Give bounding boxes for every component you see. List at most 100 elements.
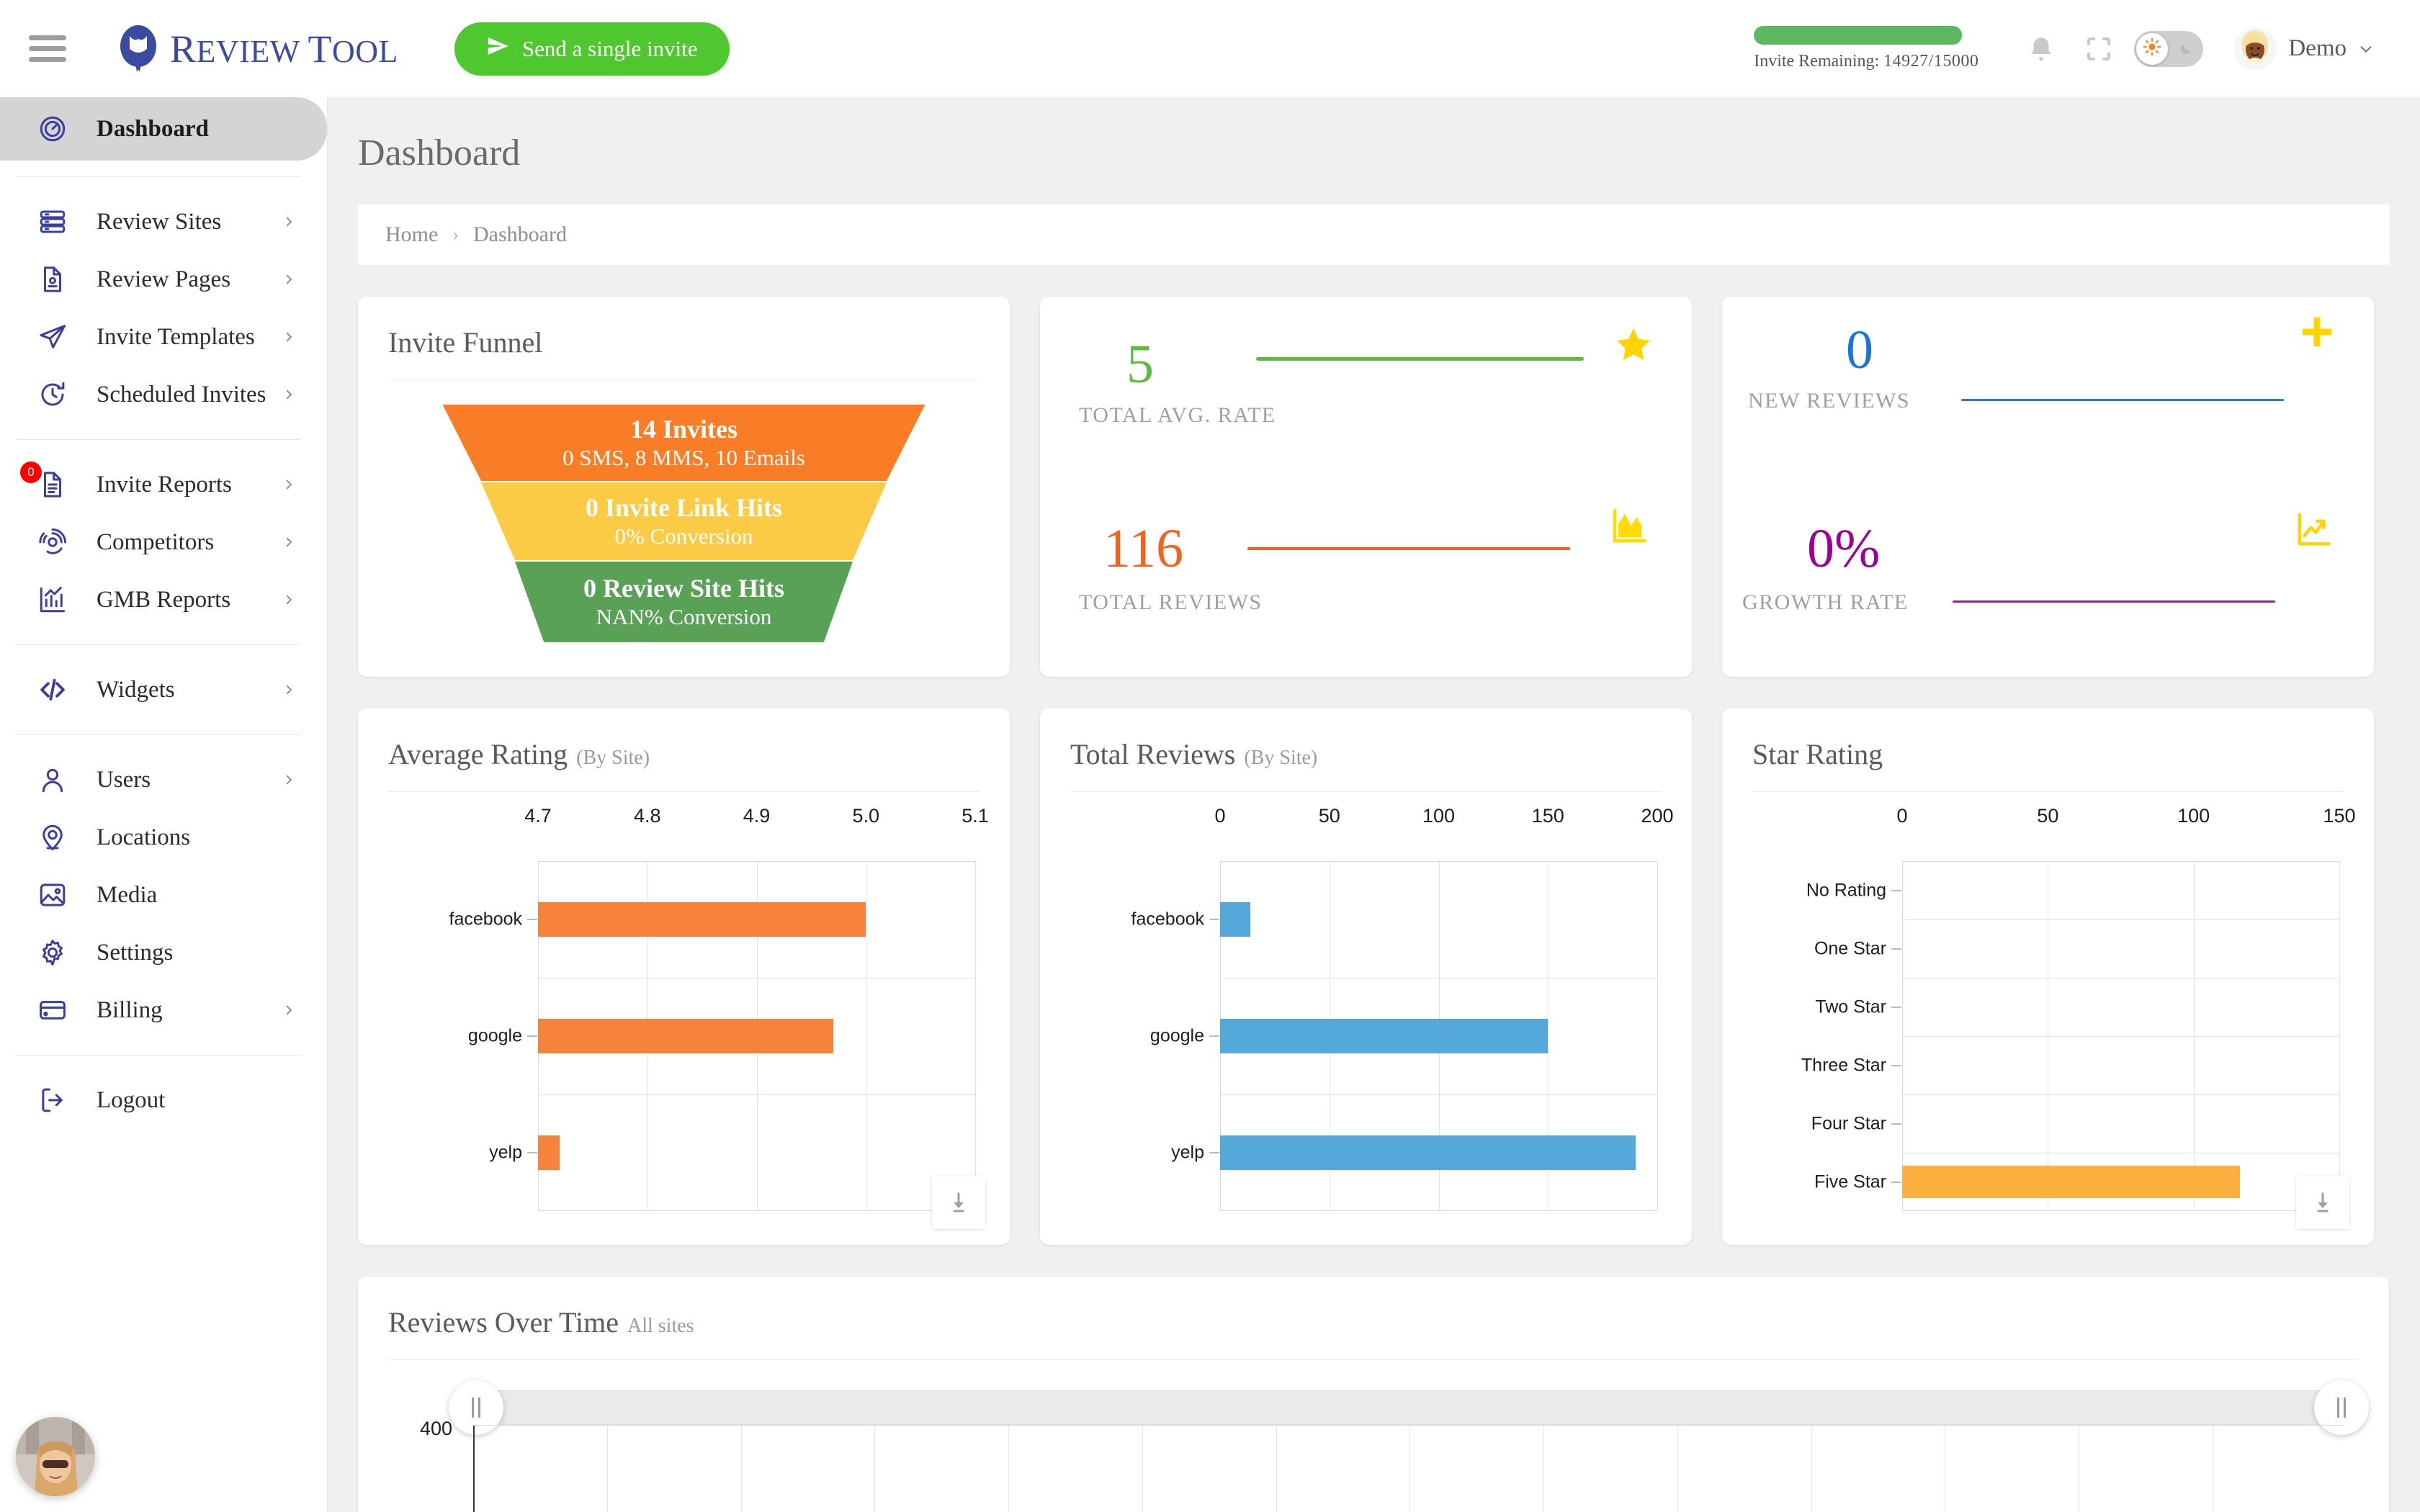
- breadcrumb-separator-icon: ›: [452, 224, 459, 246]
- divider: [388, 1359, 2359, 1360]
- invite-funnel-title: Invite Funnel: [358, 297, 1010, 359]
- gridline-vertical: [874, 1426, 875, 1512]
- sidebar-item-review-sites[interactable]: Review Sites: [0, 193, 327, 251]
- sidebar-item-label: Invite Templates: [97, 324, 255, 351]
- chevron-right-icon: [282, 773, 295, 786]
- total-reviews-chart-card: Total Reviews(By Site) 050100150200faceb…: [1040, 708, 1692, 1245]
- funnel-segment-sub: 0% Conversion: [614, 523, 753, 549]
- gridline-vertical: [1142, 1426, 1143, 1512]
- sidebar-item-billing[interactable]: Billing: [0, 981, 327, 1039]
- sidebar-item-scheduled-invites[interactable]: Scheduled Invites: [0, 366, 327, 423]
- map-pin-icon: [37, 822, 73, 852]
- chevron-down-icon: [2358, 41, 2374, 57]
- hamburger-menu-icon[interactable]: [29, 30, 66, 68]
- sidebar-item-label: GMB Reports: [97, 587, 230, 613]
- invite-meter-fill: [1754, 26, 1962, 45]
- gridline-vertical: [975, 861, 976, 1211]
- sidebar-item-review-pages[interactable]: Review Pages: [0, 251, 327, 308]
- new-reviews-label: NEW REVIEWS: [1748, 389, 1910, 413]
- x-axis-tick: 4.8: [634, 805, 661, 827]
- sidebar-divider: [16, 734, 301, 735]
- y-axis-label: google: [468, 1026, 522, 1047]
- bar-google: [538, 1019, 833, 1054]
- sidebar-item-users[interactable]: Users: [0, 751, 327, 809]
- avatar: [2233, 27, 2277, 71]
- user-menu[interactable]: Demo: [2233, 27, 2374, 71]
- gridline-vertical: [1276, 1426, 1277, 1512]
- y-axis-label: yelp: [489, 1143, 522, 1164]
- funnel-segment-title: 0 Review Site Hits: [583, 574, 784, 603]
- chevron-right-icon: [282, 593, 295, 606]
- range-slider-track[interactable]: [473, 1390, 2344, 1425]
- sidebar-item-settings[interactable]: Settings: [0, 924, 327, 981]
- sidebar-item-label: Competitors: [97, 529, 214, 556]
- total-reviews-label: TOTAL REVIEWS: [1079, 590, 1263, 615]
- star-icon: [1613, 324, 1654, 366]
- summary-row: Invite Funnel 14 Invites0 SMS, 8 MMS, 10…: [358, 297, 2390, 677]
- app-logo[interactable]: REVIEW TOOL: [115, 24, 398, 73]
- sidebar-item-dashboard[interactable]: Dashboard: [0, 97, 327, 161]
- total-reviews-value: 116: [1103, 521, 1183, 576]
- gridline-vertical: [1657, 861, 1658, 1211]
- sidebar-item-media[interactable]: Media: [0, 866, 327, 924]
- sidebar-group: Logout: [0, 1071, 327, 1129]
- bar-yelp: [538, 1135, 560, 1171]
- fullscreen-icon[interactable]: [2076, 27, 2121, 71]
- notifications-bell-icon[interactable]: [2019, 27, 2063, 71]
- average-rating-title: Average Rating(By Site): [358, 708, 1010, 771]
- sidebar-item-locations[interactable]: Locations: [0, 809, 327, 866]
- divider: [388, 791, 980, 792]
- sidebar-item-invite-reports[interactable]: 0Invite Reports: [0, 456, 327, 513]
- document-icon: [37, 264, 73, 294]
- main-content: Dashboard Home › Dashboard Invite Funnel…: [328, 97, 2420, 1512]
- gridline-vertical: [1008, 1426, 1009, 1512]
- breadcrumb-home[interactable]: Home: [385, 222, 438, 247]
- gridline-horizontal: [1902, 1036, 2339, 1037]
- sidebar-item-label: Widgets: [97, 677, 175, 703]
- credit-card-icon: [37, 995, 73, 1025]
- bar-chart-icon: [37, 585, 73, 615]
- sun-icon: [2143, 37, 2161, 60]
- chevron-right-icon: [282, 388, 295, 401]
- chat-widget-avatar[interactable]: [16, 1417, 95, 1496]
- review-tool-logo-icon: [115, 24, 161, 73]
- y-axis-label: facebook: [449, 909, 522, 930]
- y-axis-tick-mark: [527, 1036, 537, 1037]
- logo-text: REVIEW TOOL: [170, 27, 398, 71]
- download-chart-button[interactable]: [932, 1176, 985, 1229]
- area-chart-icon: [1610, 505, 1650, 546]
- growth-rate-sparkline: [1953, 600, 2275, 603]
- divider: [1070, 791, 1662, 792]
- x-axis-tick: 150: [1532, 805, 1564, 827]
- top-bar: REVIEW TOOL Send a single invite Invite …: [0, 0, 2420, 97]
- download-chart-button[interactable]: [2296, 1176, 2349, 1229]
- logout-icon: [37, 1085, 73, 1115]
- send-single-invite-button[interactable]: Send a single invite: [454, 22, 730, 76]
- sidebar-item-label: Locations: [97, 824, 190, 851]
- sidebar-item-competitors[interactable]: Competitors: [0, 513, 327, 571]
- gear-icon: [37, 937, 73, 968]
- invite-funnel-graphic: 14 Invites0 SMS, 8 MMS, 10 Emails0 Invit…: [443, 405, 926, 642]
- sidebar-item-label: Review Sites: [97, 209, 221, 235]
- gridline-vertical: [1677, 1426, 1678, 1512]
- rating-reviews-stat-card: 5 TOTAL AVG. RATE 116 TOTAL REVIEWS: [1040, 297, 1692, 677]
- funnel-segment-1: 14 Invites0 SMS, 8 MMS, 10 Emails: [443, 405, 926, 481]
- sidebar-item-gmb-reports[interactable]: GMB Reports: [0, 571, 327, 629]
- plus-icon: [2298, 312, 2336, 351]
- sidebar-group: Widgets: [0, 661, 327, 719]
- sidebar-item-widgets[interactable]: Widgets: [0, 661, 327, 719]
- sidebar: Dashboard Review Sites Review Pages Invite …: [0, 97, 328, 1512]
- breadcrumb: Home › Dashboard: [358, 204, 2390, 265]
- sidebar-item-invite-templates[interactable]: Invite Templates: [0, 308, 327, 366]
- sidebar-item-logout[interactable]: Logout: [0, 1071, 327, 1129]
- growth-rate-value: 0%: [1807, 521, 1880, 576]
- new-reviews-value: 0: [1846, 323, 1873, 377]
- divider: [1752, 791, 2344, 792]
- gridline-horizontal: [538, 1094, 975, 1095]
- star-rating-chart-card: Star Rating 050100150No RatingOne StarTw…: [1722, 708, 2374, 1245]
- code-brackets-icon: [37, 675, 73, 705]
- average-rating-chart-card: Average Rating(By Site) 4.74.84.95.05.1f…: [358, 708, 1010, 1245]
- reviews-over-time-plot: 400: [358, 1376, 2389, 1512]
- theme-toggle-switch[interactable]: [2134, 31, 2203, 67]
- chevron-right-icon: [282, 683, 295, 696]
